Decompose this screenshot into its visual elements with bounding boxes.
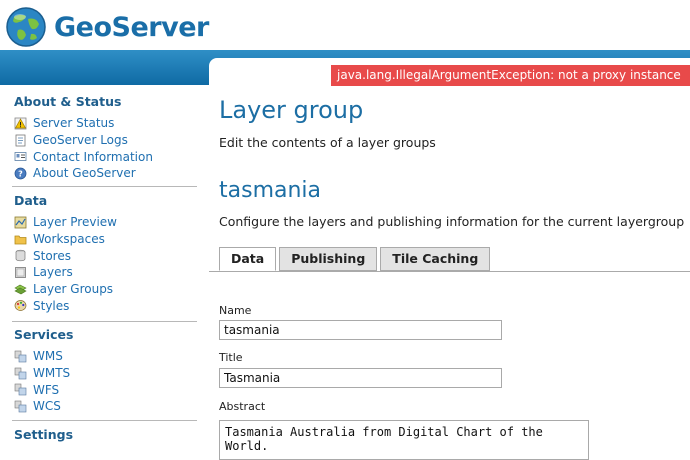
sidebar-item-label[interactable]: WCS: [33, 399, 61, 413]
globe-icon: [6, 7, 46, 47]
tab-divider: [209, 271, 690, 272]
palette-icon: [14, 300, 27, 312]
sidebar-section-about-status: About & Status Server Status GeoServer L…: [14, 93, 197, 182]
sidebar-item-label[interactable]: WMS: [33, 349, 63, 363]
sidebar-item-server-status[interactable]: Server Status: [14, 115, 197, 132]
sidebar-item-label[interactable]: WFS: [33, 383, 59, 397]
sidebar-item-layer-preview[interactable]: Layer Preview: [14, 214, 197, 231]
sidebar-section-data: Data Layer Preview Workspaces Stores Lay…: [14, 192, 197, 314]
sidebar-item-label[interactable]: Layer Preview: [33, 215, 117, 229]
sidebar-item-label[interactable]: Layer Groups: [33, 282, 113, 296]
service-icon: [14, 367, 27, 379]
database-icon: [15, 250, 26, 262]
sidebar-divider: [12, 420, 197, 421]
name-field[interactable]: [219, 320, 502, 340]
service-icon: [14, 400, 27, 413]
sidebar-section-services: Services WMS WMTS WFS WCS: [14, 326, 197, 415]
sidebar-section-title: Settings: [14, 427, 74, 442]
layers-icon: [15, 267, 26, 278]
error-message: java.lang.IllegalArgumentException: not …: [331, 65, 690, 86]
service-icon: [14, 383, 27, 396]
contact-card-icon: [14, 152, 27, 162]
layer-group-description: Configure the layers and publishing info…: [219, 214, 685, 229]
layer-group-name-heading: tasmania: [219, 178, 322, 203]
title-label: Title: [219, 351, 243, 364]
sidebar-divider: [12, 321, 197, 322]
name-label: Name: [219, 304, 252, 317]
sidebar-item-styles[interactable]: Styles: [14, 297, 197, 314]
sidebar-item-label[interactable]: WMTS: [33, 366, 70, 380]
page-title: Layer group: [219, 96, 364, 124]
sidebar-item-layer-groups[interactable]: Layer Groups: [14, 281, 197, 298]
sidebar-item-label[interactable]: Stores: [33, 249, 71, 263]
sidebar-item-label[interactable]: Server Status: [33, 116, 114, 130]
sidebar-divider: [12, 186, 197, 187]
sidebar-item-label[interactable]: Layers: [33, 265, 73, 279]
layer-groups-icon: [14, 284, 27, 294]
sidebar-item-label[interactable]: About GeoServer: [33, 166, 136, 180]
abstract-label: Abstract: [219, 400, 266, 413]
sidebar-item-wmts[interactable]: WMTS: [14, 365, 197, 382]
page-subtitle: Edit the contents of a layer groups: [219, 135, 436, 150]
document-icon: [15, 134, 26, 146]
tab-bar: Data Publishing Tile Caching: [219, 247, 493, 271]
help-icon: ?: [14, 167, 27, 180]
tab-data[interactable]: Data: [219, 247, 277, 271]
warning-icon: [14, 117, 27, 130]
sidebar-item-workspaces[interactable]: Workspaces: [14, 231, 197, 248]
sidebar-item-label[interactable]: Workspaces: [33, 232, 105, 246]
service-icon: [14, 350, 27, 363]
sidebar-section-title: Services: [14, 327, 74, 342]
sidebar-item-label[interactable]: GeoServer Logs: [33, 133, 128, 147]
sidebar: About & Status Server Status GeoServer L…: [0, 85, 205, 452]
title-field[interactable]: [219, 368, 502, 388]
sidebar-section-title: About & Status: [14, 94, 122, 109]
tab-tile-caching[interactable]: Tile Caching: [380, 247, 491, 271]
sidebar-item-about-geoserver[interactable]: ? About GeoServer: [14, 165, 197, 182]
header: GeoServer: [0, 0, 690, 50]
sidebar-item-stores[interactable]: Stores: [14, 247, 197, 264]
sidebar-item-wfs[interactable]: WFS: [14, 381, 197, 398]
sidebar-item-contact-information[interactable]: Contact Information: [14, 148, 197, 165]
sidebar-section-settings: Settings: [14, 426, 197, 444]
sidebar-item-geoserver-logs[interactable]: GeoServer Logs: [14, 132, 197, 149]
abstract-field[interactable]: Tasmania Australia from Digital Chart of…: [219, 420, 589, 460]
map-preview-icon: [14, 216, 27, 229]
sidebar-item-wms[interactable]: WMS: [14, 348, 197, 365]
folder-icon: [14, 235, 27, 244]
sidebar-item-wcs[interactable]: WCS: [14, 398, 197, 415]
main-panel: java.lang.IllegalArgumentException: not …: [209, 58, 690, 460]
sidebar-section-title: Data: [14, 193, 48, 208]
app-name: GeoServer: [54, 11, 209, 43]
svg-text:?: ?: [18, 170, 23, 179]
sidebar-item-label[interactable]: Contact Information: [33, 150, 153, 164]
sidebar-item-layers[interactable]: Layers: [14, 264, 197, 281]
tab-publishing[interactable]: Publishing: [279, 247, 378, 271]
sidebar-item-label[interactable]: Styles: [33, 299, 69, 313]
geoserver-logo[interactable]: GeoServer: [4, 5, 209, 49]
